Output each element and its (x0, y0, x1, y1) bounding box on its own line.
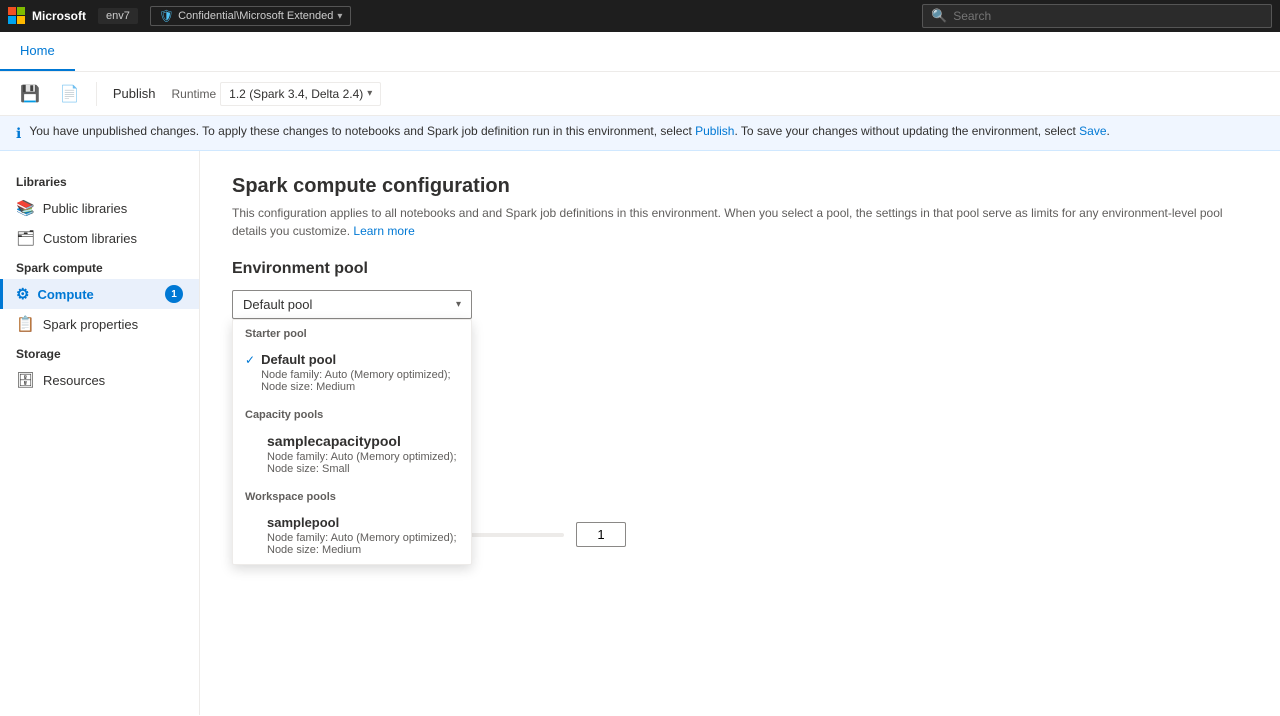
capacity-pool-content: samplecapacitypool Node family: Auto (Me… (267, 433, 459, 475)
workspace-pool-desc: Node family: Auto (Memory optimized); No… (267, 532, 459, 556)
spark-properties-icon: 📋 (16, 315, 35, 333)
ms-logo-text: Microsoft (32, 9, 86, 23)
banner-publish-link[interactable]: Publish (695, 124, 734, 138)
env-pool-section-title: Environment pool (232, 260, 1248, 278)
runtime-dropdown[interactable]: 1.2 (Spark 3.4, Delta 2.4) ▾ (220, 82, 381, 106)
content-area: Spark compute configuration This configu… (200, 151, 1280, 715)
chevron-down-icon: ▾ (367, 88, 372, 99)
dropdown-item-default-pool[interactable]: ✓ Default pool Node family: Auto (Memory… (233, 344, 471, 401)
confidential-label: Confidential\Microsoft Extended (178, 10, 333, 22)
sidebar-item-label: Spark properties (43, 317, 138, 332)
file-button[interactable]: 📄 (52, 80, 88, 108)
sidebar-item-public-libraries[interactable]: 📚 Public libraries (0, 193, 199, 223)
public-libraries-icon: 📚 (16, 199, 35, 217)
capacity-pool-name: samplecapacitypool (267, 433, 459, 449)
sidebar-item-label: Resources (43, 373, 105, 388)
confidential-badge: 🛡 Confidential\Microsoft Extended ▾ (150, 6, 352, 26)
sidebar-spark-label: Spark compute (0, 253, 199, 279)
toolbar-separator (96, 82, 97, 106)
capacity-pool-desc: Node family: Auto (Memory optimized); No… (267, 451, 459, 475)
chevron-down-icon: ▾ (337, 11, 342, 22)
sidebar-item-label: Public libraries (43, 201, 128, 216)
page-title: Spark compute configuration (232, 175, 1248, 198)
banner-save-link[interactable]: Save (1079, 124, 1106, 138)
search-bar: 🔍 (922, 4, 1272, 28)
workspace-pool-content: samplepool Node family: Auto (Memory opt… (267, 515, 459, 556)
compute-icon: ⚙ (16, 285, 29, 303)
sidebar: Libraries 📚 Public libraries 🗂 Custom li… (0, 151, 200, 715)
check-icon: ✓ (245, 353, 255, 367)
resources-icon: 🗄 (16, 371, 35, 389)
banner-message: You have unpublished changes. To apply t… (29, 124, 1110, 138)
main-layout: Libraries 📚 Public libraries 🗂 Custom li… (0, 151, 1280, 715)
sidebar-item-spark-properties[interactable]: 📋 Spark properties (0, 309, 199, 339)
workspace-pool-group-label: Workspace pools (233, 483, 471, 507)
sidebar-item-label: Custom libraries (43, 231, 137, 246)
runtime-label: Runtime (171, 87, 216, 101)
workspace-pool-name: samplepool (267, 515, 459, 530)
compute-badge: 1 (165, 285, 183, 303)
file-icon: 📄 (60, 84, 80, 104)
sidebar-item-compute[interactable]: ⚙ Compute 1 (0, 279, 199, 309)
dropdown-item-samplepool[interactable]: samplepool Node family: Auto (Memory opt… (233, 507, 471, 564)
runtime-value: 1.2 (Spark 3.4, Delta 2.4) (229, 87, 363, 101)
ms-logo: Microsoft (8, 7, 86, 25)
chevron-down-icon: ▾ (456, 299, 461, 310)
top-bar: Microsoft env7 🛡 Confidential\Microsoft … (0, 0, 1280, 32)
sidebar-libraries-label: Libraries (0, 167, 199, 193)
sidebar-item-custom-libraries[interactable]: 🗂 Custom libraries (0, 223, 199, 253)
env-badge[interactable]: env7 (98, 8, 138, 24)
capacity-pool-group-label: Capacity pools (233, 401, 471, 425)
pool-dropdown-container: Default pool ▾ Starter pool ✓ Default po… (232, 290, 472, 319)
save-button[interactable]: 💾 (12, 80, 48, 108)
env-name: env7 (106, 10, 130, 22)
info-icon: ℹ (16, 125, 21, 142)
default-pool-name: Default pool (261, 352, 459, 367)
default-pool-content: Default pool Node family: Auto (Memory o… (261, 352, 459, 393)
sidebar-item-resources[interactable]: 🗄 Resources (0, 365, 199, 395)
page-desc: This configuration applies to all notebo… (232, 204, 1248, 240)
learn-more-link[interactable]: Learn more (353, 224, 414, 238)
info-banner: ℹ You have unpublished changes. To apply… (0, 116, 1280, 151)
shield-icon: 🛡 (159, 9, 174, 23)
toolbar: 💾 📄 Publish Runtime 1.2 (Spark 3.4, Delt… (0, 72, 1280, 116)
custom-libraries-icon: 🗂 (16, 229, 35, 247)
dropdown-item-samplecapacitypool[interactable]: samplecapacitypool Node family: Auto (Me… (233, 425, 471, 483)
executor-instances-max-input[interactable] (576, 522, 626, 547)
save-icon: 💾 (20, 84, 40, 104)
nav-bar: Home (0, 32, 1280, 72)
search-icon: 🔍 (931, 8, 947, 24)
pool-dropdown-menu: Starter pool ✓ Default pool Node family:… (232, 319, 472, 565)
starter-pool-group-label: Starter pool (233, 320, 471, 344)
default-pool-desc: Node family: Auto (Memory optimized); No… (261, 369, 459, 393)
publish-label: Publish (113, 86, 156, 101)
publish-button[interactable]: Publish (105, 82, 164, 105)
sidebar-item-label: Compute (37, 287, 93, 302)
search-input[interactable] (953, 9, 1263, 23)
tab-home[interactable]: Home (0, 32, 75, 71)
pool-dropdown[interactable]: Default pool ▾ (232, 290, 472, 319)
ms-logo-grid (8, 7, 26, 25)
sidebar-storage-label: Storage (0, 339, 199, 365)
pool-dropdown-value: Default pool (243, 297, 312, 312)
